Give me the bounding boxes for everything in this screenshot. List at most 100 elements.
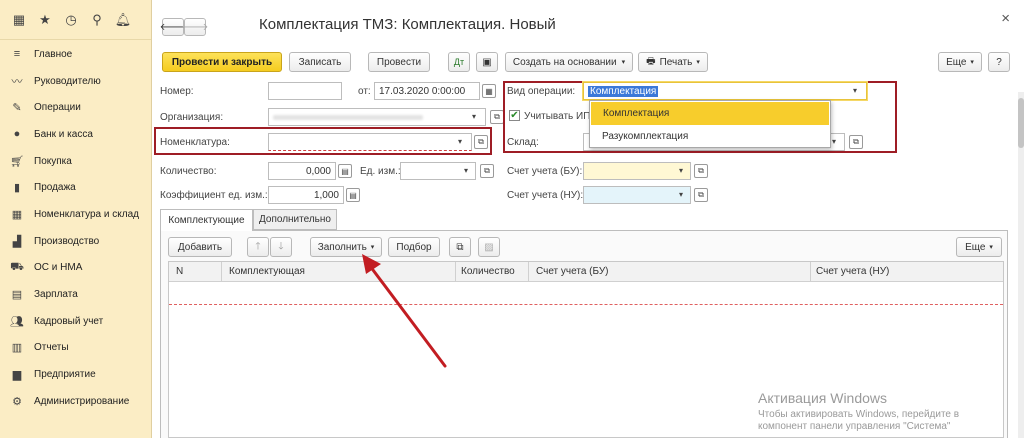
- dropdown-arrow-icon[interactable]: ▾: [472, 112, 476, 121]
- tab-additional[interactable]: Дополнительно: [253, 209, 337, 230]
- favorites-star-icon[interactable]: ★: [34, 9, 56, 31]
- table-empty-row: [169, 304, 1003, 305]
- col-component[interactable]: Комплектующая: [229, 266, 305, 277]
- coefficient-field[interactable]: 1,000: [268, 186, 344, 204]
- dt-kt-icon[interactable]: Дт: [448, 52, 470, 72]
- col-account-nu[interactable]: Счет учета (НУ): [816, 266, 889, 277]
- open-icon[interactable]: ⧉: [490, 110, 504, 124]
- nav-item-operations[interactable]: ✎ Операции: [0, 94, 151, 121]
- dropdown-arrow-icon[interactable]: ▾: [679, 166, 683, 175]
- tab-components[interactable]: Комплектующие: [160, 209, 253, 231]
- print-button[interactable]: 🖶︎ Печать ▾: [638, 52, 708, 72]
- building-icon: ▆: [12, 369, 22, 382]
- report-icon: ▥: [11, 342, 23, 355]
- open-icon[interactable]: ⧉: [849, 135, 863, 149]
- open-icon[interactable]: ⧉: [694, 164, 708, 178]
- table-header: N Комплектующая Количество Счет учета (Б…: [169, 262, 1003, 282]
- dropdown-arrow-icon[interactable]: ▾: [464, 166, 468, 175]
- account-nu-field[interactable]: [583, 186, 691, 204]
- nav-item-salary[interactable]: ▤ Зарплата: [0, 281, 151, 308]
- post-and-close-button[interactable]: Провести и закрыть: [162, 52, 282, 72]
- operation-type-dropdown: Комплектация Разукомплектация: [589, 100, 831, 148]
- vat-label: Учитывать ИП: [524, 111, 591, 122]
- paste-icon[interactable]: ▨: [478, 237, 500, 257]
- open-icon[interactable]: ⧉: [474, 135, 488, 149]
- truck-icon: ⛟: [10, 260, 24, 273]
- scrollbar[interactable]: [1018, 92, 1024, 438]
- dropdown-arrow-icon: ▾: [989, 244, 993, 251]
- open-icon[interactable]: ⧉: [694, 188, 708, 202]
- search-icon[interactable]: ⚲: [86, 9, 108, 31]
- nav-item-purchase[interactable]: 🛒︎ Покупка: [0, 148, 151, 175]
- nav-item-bank[interactable]: ● Банк и касса: [0, 121, 151, 148]
- col-n[interactable]: N: [176, 266, 183, 277]
- help-button[interactable]: ?: [988, 52, 1010, 72]
- history-icon[interactable]: ◷: [60, 9, 82, 31]
- save-button[interactable]: Записать: [289, 52, 351, 72]
- dropdown-arrow-icon[interactable]: ▾: [832, 137, 836, 146]
- nav-item-enterprise[interactable]: ▆ Предприятие: [0, 361, 151, 388]
- nomenclature-label: Номенклатура:: [160, 137, 230, 148]
- nav-item-nomenclature[interactable]: ▦ Номенклатура и склад: [0, 201, 151, 228]
- cart-icon: 🛒︎: [10, 155, 24, 168]
- gear-icon: ⚙: [12, 395, 22, 408]
- calendar-icon[interactable]: ▦: [482, 84, 496, 98]
- windows-activation-watermark: Активация Windows Чтобы активировать Win…: [758, 390, 960, 432]
- nav-item-reports[interactable]: ▥ Отчеты: [0, 335, 151, 362]
- nav-item-fixed-assets[interactable]: ⛟ ОС и НМА: [0, 255, 151, 282]
- col-account-bu[interactable]: Счет учета (БУ): [536, 266, 609, 277]
- scrollbar-thumb[interactable]: [1018, 98, 1024, 148]
- dropdown-arrow-icon[interactable]: ▾: [853, 86, 857, 95]
- number-field[interactable]: [268, 82, 342, 100]
- col-quantity[interactable]: Количество: [461, 266, 515, 277]
- organization-field[interactable]: [268, 108, 486, 126]
- nav-item-admin[interactable]: ⚙ Администрирование: [0, 388, 151, 415]
- date-label: от:: [358, 86, 371, 97]
- page-title: Комплектация ТМЗ: Комплектация. Новый: [259, 16, 556, 33]
- vat-checkbox[interactable]: ✔: [509, 110, 520, 121]
- sidebar-nav: ≡ Главное 〰 Руководителю ✎ Операции ● Банк и…: [0, 40, 151, 415]
- forward-button[interactable]: 🡒: [182, 18, 208, 36]
- sidebar-toolbar: ▦ ★ ◷ ⚲ 🔔︎: [0, 0, 151, 40]
- move-down-icon[interactable]: 🡓: [270, 237, 292, 257]
- sidebar: ▦ ★ ◷ ⚲ 🔔︎ ≡ Главное 〰 Руководителю ✎ Опера…: [0, 0, 152, 438]
- coin-icon: ●: [13, 128, 21, 141]
- factory-icon: ▟: [12, 235, 22, 248]
- create-based-button[interactable]: Создать на основании ▾: [505, 52, 633, 72]
- account-bu-field[interactable]: [583, 162, 691, 180]
- add-button[interactable]: Добавить: [168, 237, 232, 257]
- dropdown-arrow-icon[interactable]: ▾: [679, 190, 683, 199]
- pencil-icon: ✎: [12, 102, 22, 115]
- nav-item-sales[interactable]: ▮ Продажа: [0, 174, 151, 201]
- bag-icon: ▮: [13, 182, 21, 195]
- structure-icon[interactable]: ▣: [476, 52, 498, 72]
- dropdown-option-selected[interactable]: Комплектация: [591, 102, 829, 125]
- calculator-icon[interactable]: ▤: [338, 164, 352, 178]
- dropdown-option[interactable]: Разукомплектация: [590, 126, 830, 148]
- nav-item-hr[interactable]: 👥︎ Кадровый учет: [0, 308, 151, 335]
- quantity-field[interactable]: 0,000: [268, 162, 336, 180]
- notifications-bell-icon[interactable]: 🔔︎: [112, 9, 134, 31]
- nomenclature-field[interactable]: [268, 133, 472, 151]
- dropdown-arrow-icon: ▾: [970, 59, 974, 66]
- open-icon[interactable]: ⧉: [480, 164, 494, 178]
- printer-icon: 🖶︎: [646, 55, 656, 67]
- document-icon: ▤: [11, 289, 23, 302]
- nav-item-production[interactable]: ▟ Производство: [0, 228, 151, 255]
- table-more-button[interactable]: Еще ▾: [956, 237, 1002, 257]
- date-field[interactable]: 17.03.2020 0:00:00: [374, 82, 480, 100]
- annotation-arrow: [362, 254, 447, 368]
- people-icon: 👥︎: [10, 315, 24, 328]
- more-button[interactable]: Еще ▾: [938, 52, 982, 72]
- calculator-icon[interactable]: ▤: [346, 188, 360, 202]
- nav-item-manager[interactable]: 〰 Руководителю: [0, 68, 151, 95]
- dropdown-arrow-icon: ▾: [696, 59, 700, 66]
- dropdown-arrow-icon[interactable]: ▾: [458, 137, 462, 146]
- close-icon[interactable]: ×: [1001, 10, 1010, 27]
- move-up-icon[interactable]: 🡑: [247, 237, 269, 257]
- organization-label: Организация:: [160, 112, 224, 123]
- post-button[interactable]: Провести: [368, 52, 430, 72]
- apps-grid-icon[interactable]: ▦: [8, 9, 30, 31]
- operation-type-field[interactable]: Комплектация: [583, 82, 867, 100]
- nav-item-main[interactable]: ≡ Главное: [0, 41, 151, 68]
